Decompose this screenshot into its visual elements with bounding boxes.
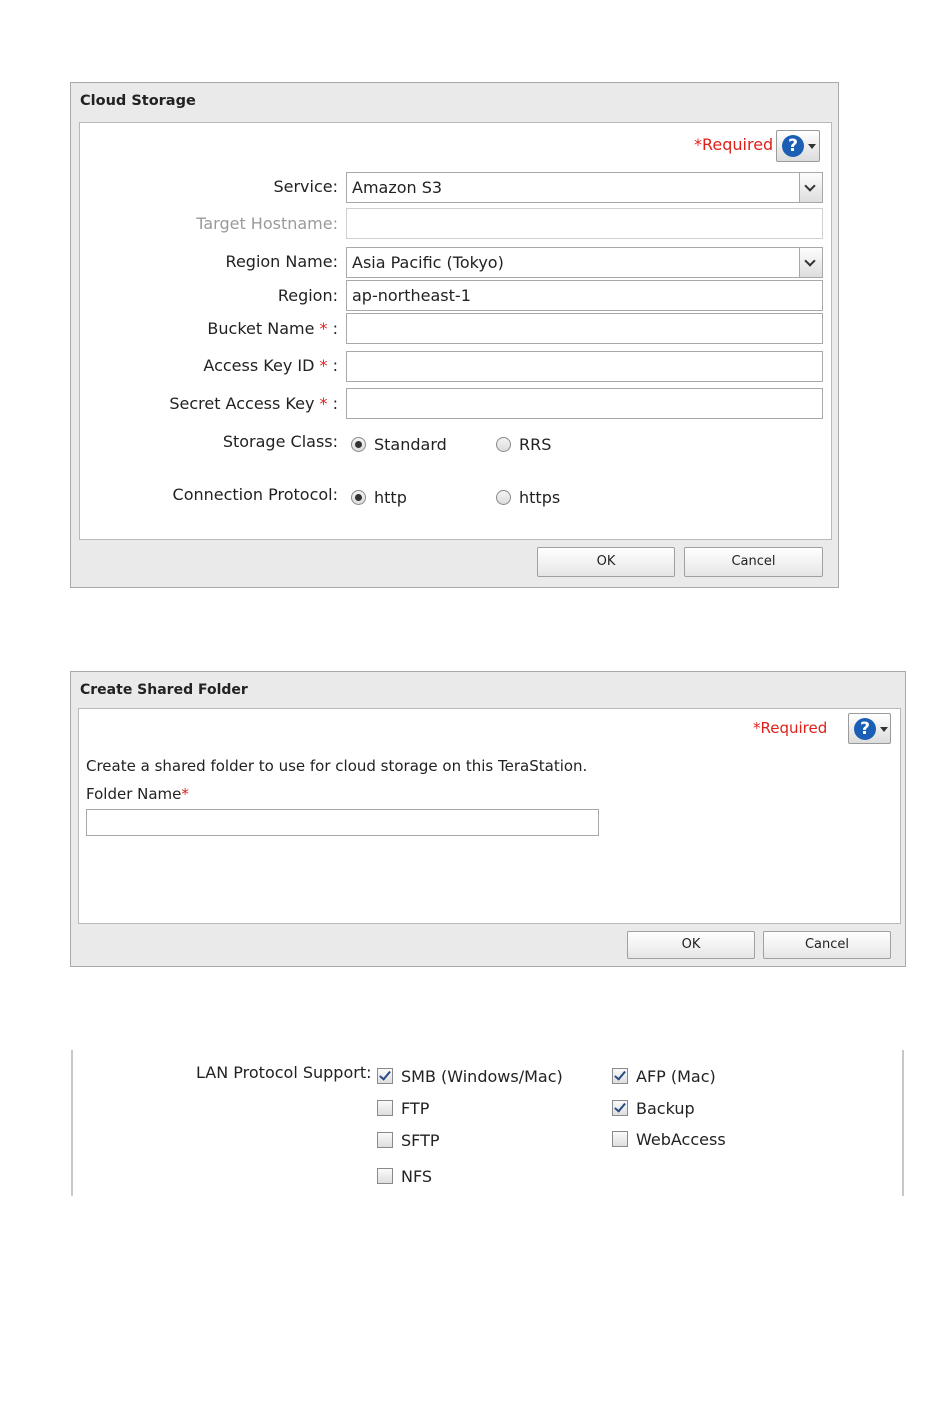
required-note: *Required bbox=[694, 135, 774, 154]
sftp-checkbox[interactable]: SFTP bbox=[377, 1131, 440, 1150]
region-name-label: Region Name: bbox=[225, 252, 338, 271]
checkbox-unchecked-icon bbox=[612, 1131, 628, 1147]
required-star: * bbox=[319, 394, 328, 413]
folder-name-label: Folder Name* bbox=[86, 785, 189, 803]
radio-label: http bbox=[374, 488, 407, 507]
required-star: * bbox=[319, 356, 328, 375]
help-button[interactable]: ? bbox=[776, 130, 820, 162]
secret-key-label: Secret Access Key * : bbox=[169, 394, 338, 413]
radio-unselected-icon bbox=[496, 490, 511, 505]
region-name-select[interactable]: Asia Pacific (Tokyo) bbox=[346, 247, 823, 278]
region-label: Region: bbox=[277, 286, 338, 305]
folder-name-text: Folder Name bbox=[86, 785, 182, 803]
checkbox-label: NFS bbox=[401, 1167, 433, 1186]
radio-label: https bbox=[519, 488, 561, 507]
panel-left-border bbox=[71, 1050, 73, 1196]
checkbox-label: SMB (Windows/Mac) bbox=[401, 1067, 563, 1086]
panel-right-border bbox=[902, 1050, 904, 1196]
bucket-name-input[interactable] bbox=[346, 313, 823, 344]
storage-class-standard-radio[interactable]: Standard bbox=[351, 435, 447, 454]
cancel-button[interactable]: Cancel bbox=[684, 547, 823, 577]
storage-class-label: Storage Class: bbox=[222, 432, 338, 451]
service-value: Amazon S3 bbox=[352, 178, 443, 197]
checkbox-label: SFTP bbox=[401, 1131, 440, 1150]
checkbox-checked-icon bbox=[612, 1068, 628, 1084]
checkbox-label: FTP bbox=[401, 1099, 430, 1118]
ftp-checkbox[interactable]: FTP bbox=[377, 1099, 429, 1118]
cancel-button[interactable]: Cancel bbox=[763, 931, 891, 959]
chevron-down-icon bbox=[799, 248, 822, 277]
bucket-name-text: Bucket Name bbox=[207, 319, 315, 338]
chevron-down-icon bbox=[799, 173, 822, 202]
required-star: * bbox=[181, 785, 189, 803]
secret-key-text: Secret Access Key bbox=[169, 394, 315, 413]
chevron-down-icon bbox=[880, 727, 888, 732]
radio-selected-icon bbox=[351, 437, 366, 452]
protocol-https-radio[interactable]: https bbox=[496, 488, 560, 507]
required-star: * bbox=[319, 319, 328, 338]
nfs-checkbox[interactable]: NFS bbox=[377, 1167, 432, 1186]
service-select[interactable]: Amazon S3 bbox=[346, 172, 823, 203]
checkbox-label: Backup bbox=[636, 1099, 695, 1118]
target-hostname-input[interactable] bbox=[346, 208, 823, 239]
radio-label: Standard bbox=[374, 435, 447, 454]
question-icon: ? bbox=[854, 718, 876, 740]
checkbox-checked-icon bbox=[377, 1068, 393, 1084]
ok-button[interactable]: OK bbox=[537, 547, 675, 577]
smb-checkbox[interactable]: SMB (Windows/Mac) bbox=[377, 1067, 563, 1086]
folder-description: Create a shared folder to use for cloud … bbox=[86, 757, 588, 775]
checkbox-unchecked-icon bbox=[377, 1100, 393, 1116]
checkbox-unchecked-icon bbox=[377, 1132, 393, 1148]
target-hostname-label: Target Hostname: bbox=[196, 214, 338, 233]
secret-key-input[interactable] bbox=[346, 388, 823, 419]
connection-protocol-label: Connection Protocol: bbox=[172, 485, 338, 504]
access-key-input[interactable] bbox=[346, 351, 823, 382]
required-note: *Required bbox=[753, 719, 828, 737]
create-shared-folder-dialog: Create Shared Folder *Required ? Create … bbox=[70, 671, 906, 967]
folder-name-input[interactable] bbox=[86, 809, 599, 836]
radio-unselected-icon bbox=[496, 437, 511, 452]
help-button[interactable]: ? bbox=[848, 713, 891, 744]
lan-protocol-label: LAN Protocol Support: bbox=[196, 1063, 372, 1082]
colon: : bbox=[332, 394, 338, 413]
checkbox-unchecked-icon bbox=[377, 1168, 393, 1184]
dialog-title: Create Shared Folder bbox=[80, 682, 248, 698]
checkbox-label: WebAccess bbox=[636, 1130, 726, 1149]
access-key-label: Access Key ID * : bbox=[203, 356, 338, 375]
colon: : bbox=[332, 319, 338, 338]
region-input[interactable]: ap-northeast-1 bbox=[346, 280, 823, 311]
colon: : bbox=[332, 356, 338, 375]
webaccess-checkbox[interactable]: WebAccess bbox=[612, 1130, 726, 1149]
bucket-name-label: Bucket Name * : bbox=[207, 319, 338, 338]
region-name-value: Asia Pacific (Tokyo) bbox=[352, 253, 504, 272]
checkbox-checked-icon bbox=[612, 1100, 628, 1116]
radio-label: RRS bbox=[519, 435, 552, 454]
question-icon: ? bbox=[782, 135, 804, 157]
access-key-text: Access Key ID bbox=[203, 356, 315, 375]
cloud-storage-dialog: Cloud Storage *Required ? Service: Amazo… bbox=[70, 82, 839, 588]
backup-checkbox[interactable]: Backup bbox=[612, 1099, 695, 1118]
ok-button[interactable]: OK bbox=[627, 931, 755, 959]
storage-class-rrs-radio[interactable]: RRS bbox=[496, 435, 551, 454]
service-label: Service: bbox=[273, 177, 338, 196]
radio-selected-icon bbox=[351, 490, 366, 505]
chevron-down-icon bbox=[808, 144, 816, 149]
afp-checkbox[interactable]: AFP (Mac) bbox=[612, 1067, 716, 1086]
protocol-http-radio[interactable]: http bbox=[351, 488, 407, 507]
dialog-title: Cloud Storage bbox=[80, 93, 196, 109]
checkbox-label: AFP (Mac) bbox=[636, 1067, 716, 1086]
